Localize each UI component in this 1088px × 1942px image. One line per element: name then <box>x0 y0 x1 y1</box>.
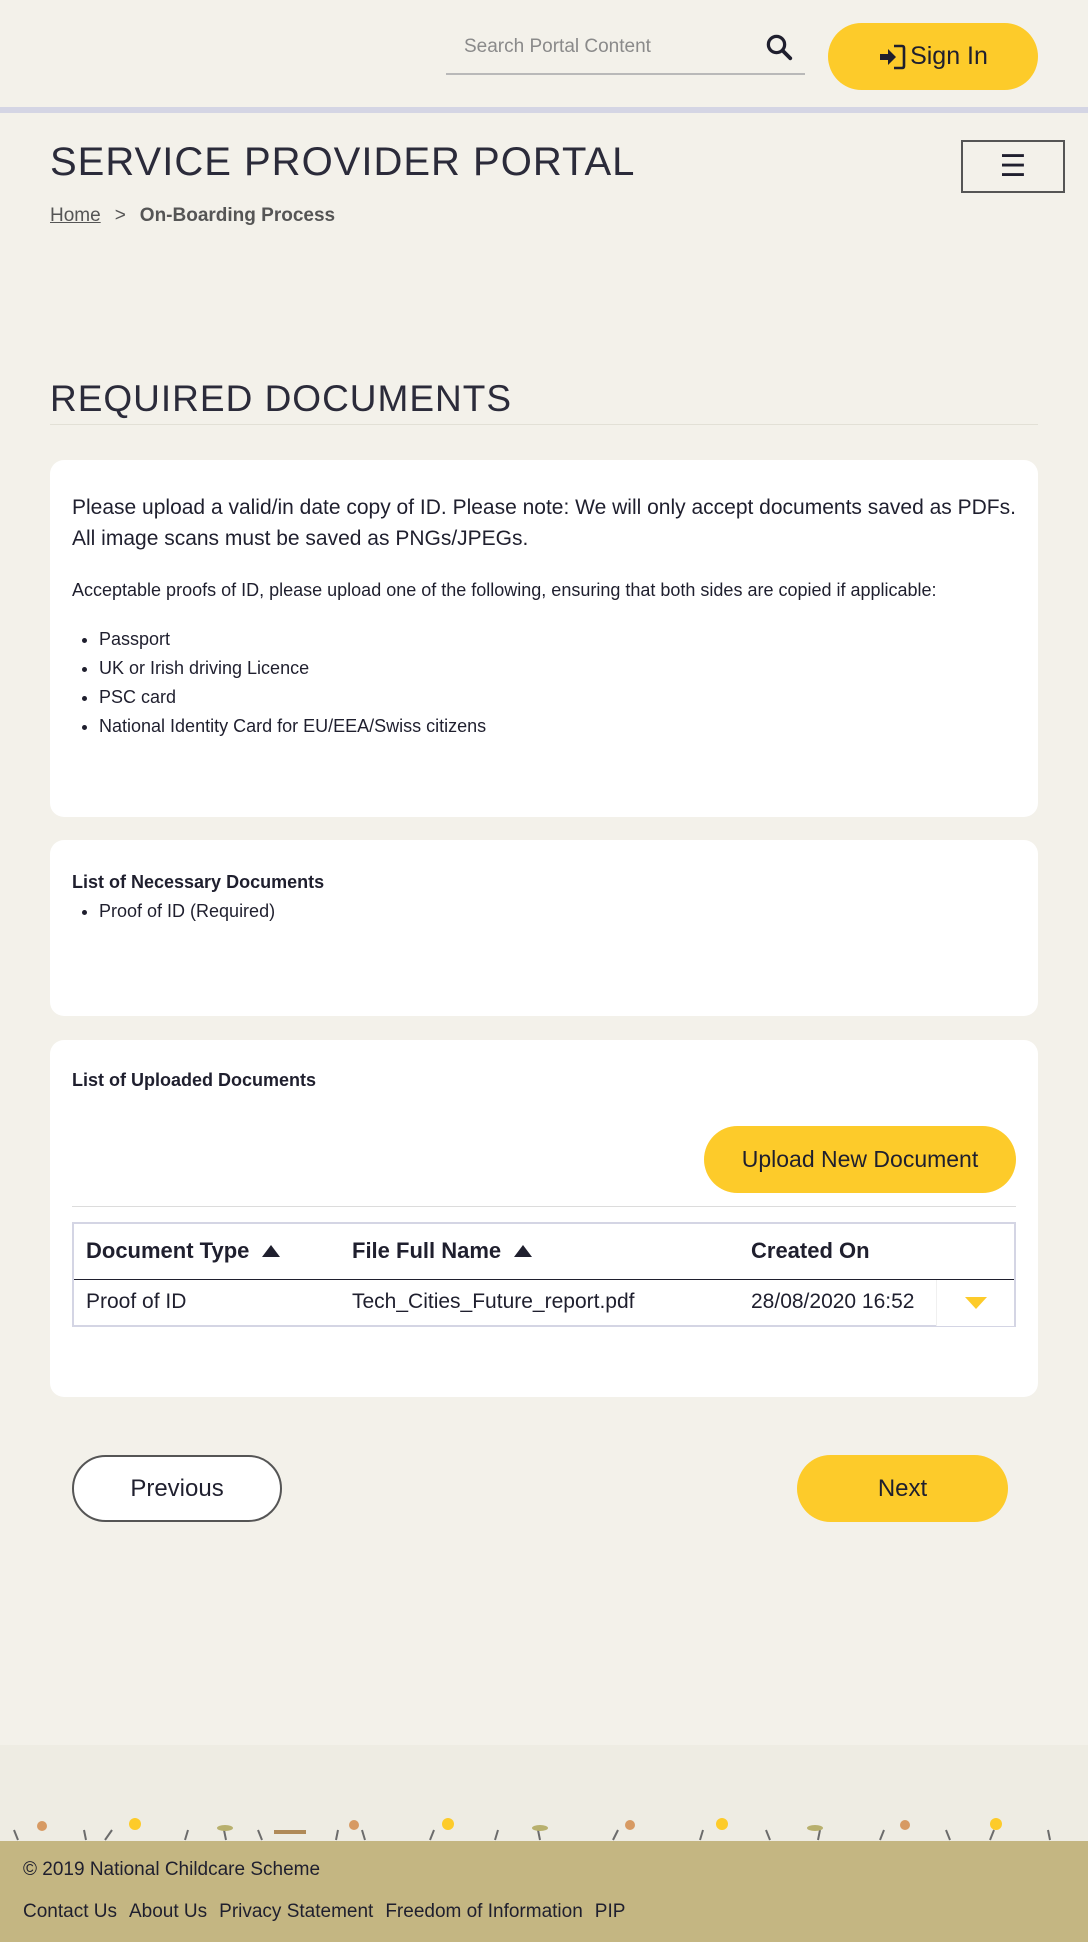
search-box <box>446 22 805 75</box>
top-bar: Sign In <box>0 0 1088 113</box>
acceptable-id-text: Acceptable proofs of ID, please upload o… <box>72 580 937 600</box>
portal-title: SERVICE PROVIDER PORTAL <box>50 140 636 184</box>
documents-table: Document Type File Full Name Created On … <box>72 1222 1016 1327</box>
sign-in-button[interactable]: Sign In <box>828 23 1038 90</box>
list-item: PSC card <box>99 683 1016 712</box>
column-label: File Full Name <box>352 1238 502 1263</box>
menu-button[interactable]: ☰ <box>961 140 1065 193</box>
footer-link-privacy-statement[interactable]: Privacy Statement <box>219 1901 373 1923</box>
column-header-document-type[interactable]: Document Type <box>86 1238 281 1264</box>
column-label: Created On <box>751 1238 870 1263</box>
list-item: Passport <box>99 625 1016 654</box>
cell-file-name: Tech_Cities_Future_report.pdf <box>352 1290 635 1313</box>
footer-link-contact-us[interactable]: Contact Us <box>23 1901 117 1923</box>
table-row[interactable]: Proof of ID Tech_Cities_Future_report.pd… <box>74 1280 1014 1327</box>
copyright: © 2019 National Childcare Scheme <box>23 1859 321 1880</box>
breadcrumb-separator: > <box>114 205 126 226</box>
upload-new-document-button[interactable]: Upload New Document <box>704 1126 1016 1193</box>
footer-link-pip[interactable]: PIP <box>595 1901 626 1923</box>
footer-links: Contact Us About Us Privacy Statement Fr… <box>23 1901 625 1923</box>
necessary-documents-list: Proof of ID (Required) <box>72 897 1016 926</box>
cell-created-on: 28/08/2020 16:52 <box>751 1290 915 1313</box>
instructions-intro: Please upload a valid/in date copy of ID… <box>72 496 1016 550</box>
uploaded-documents-card: List of Uploaded Documents Upload New Do… <box>50 1040 1038 1397</box>
sign-in-label: Sign In <box>910 42 988 70</box>
uploaded-documents-heading: List of Uploaded Documents <box>72 1070 317 1090</box>
breadcrumb-home-link[interactable]: Home <box>50 205 101 227</box>
hamburger-icon: ☰ <box>999 150 1027 183</box>
next-button[interactable]: Next <box>797 1455 1008 1522</box>
footer-illustration <box>13 1818 1051 1841</box>
sort-ascending-icon <box>262 1245 281 1257</box>
sign-in-icon <box>880 44 906 69</box>
sort-ascending-icon <box>514 1245 533 1257</box>
footer-link-about-us[interactable]: About Us <box>129 1901 207 1923</box>
column-header-file-full-name[interactable]: File Full Name <box>352 1238 533 1264</box>
row-actions-dropdown[interactable] <box>936 1280 1014 1326</box>
breadcrumb-current: On-Boarding Process <box>139 205 336 226</box>
column-label: Document Type <box>86 1238 250 1263</box>
necessary-documents-card: List of Necessary Documents Proof of ID … <box>50 840 1038 1016</box>
footer: © 2019 National Childcare Scheme Contact… <box>0 1841 1088 1942</box>
search-icon[interactable] <box>764 32 794 62</box>
instructions-card: Please upload a valid/in date copy of ID… <box>50 460 1038 817</box>
list-item: National Identity Card for EU/EEA/Swiss … <box>99 712 1016 741</box>
cell-document-type: Proof of ID <box>86 1290 187 1313</box>
list-item: UK or Irish driving Licence <box>99 654 1016 683</box>
footer-link-freedom-of-information[interactable]: Freedom of Information <box>385 1901 582 1923</box>
previous-button[interactable]: Previous <box>72 1455 282 1522</box>
table-header: Document Type File Full Name Created On <box>74 1224 1014 1280</box>
necessary-documents-heading: List of Necessary Documents <box>72 872 325 892</box>
breadcrumb: Home > On-Boarding Process <box>50 205 335 227</box>
search-input[interactable] <box>446 22 756 72</box>
section-title: REQUIRED DOCUMENTS <box>50 378 1038 425</box>
column-header-created-on[interactable]: Created On <box>751 1238 870 1264</box>
list-item: Proof of ID (Required) <box>99 897 1016 926</box>
id-types-list: Passport UK or Irish driving Licence PSC… <box>72 625 1016 741</box>
divider <box>72 1206 1016 1207</box>
chevron-down-icon <box>964 1297 987 1309</box>
